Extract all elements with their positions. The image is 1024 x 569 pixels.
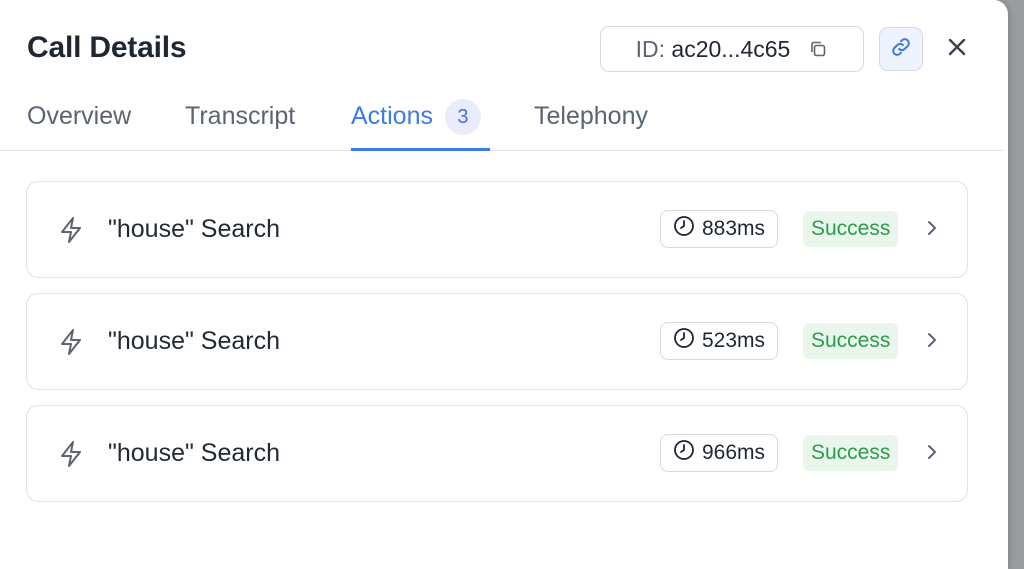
clock-icon bbox=[673, 327, 695, 355]
tab-telephony[interactable]: Telephony bbox=[534, 100, 648, 151]
call-id-chip[interactable]: ID: ac20...4c65 bbox=[600, 26, 864, 72]
chevron-right-icon[interactable] bbox=[924, 330, 940, 355]
action-label: "house" Search bbox=[108, 327, 281, 355]
actions-list: "house" Search 883ms Success "house" Sea… bbox=[26, 181, 968, 517]
page-title: Call Details bbox=[27, 31, 187, 64]
status-badge: Success bbox=[803, 211, 899, 247]
copy-icon[interactable] bbox=[808, 39, 828, 59]
tab-overview-label: Overview bbox=[27, 102, 132, 130]
tab-transcript-label: Transcript bbox=[185, 102, 296, 130]
chevron-right-icon[interactable] bbox=[924, 442, 940, 467]
clock-icon bbox=[673, 215, 695, 243]
duration-value: 523ms bbox=[702, 329, 766, 352]
id-text: ID: ac20...4c65 bbox=[636, 36, 791, 63]
action-label: "house" Search bbox=[108, 439, 281, 467]
tab-telephony-label: Telephony bbox=[534, 102, 648, 130]
id-value: ac20...4c65 bbox=[671, 35, 791, 62]
call-details-panel: Call Details ID: ac20...4c65 Overview Tr… bbox=[0, 0, 1008, 569]
action-label: "house" Search bbox=[108, 215, 281, 243]
duration-chip: 966ms bbox=[660, 434, 779, 472]
tab-transcript[interactable]: Transcript bbox=[185, 100, 295, 151]
duration-value: 966ms bbox=[702, 441, 766, 464]
tab-bar: Overview Transcript Actions 3 Telephony bbox=[0, 99, 1004, 151]
tab-actions[interactable]: Actions 3 bbox=[351, 99, 490, 151]
duration-chip: 523ms bbox=[660, 322, 779, 360]
action-row[interactable]: "house" Search 883ms Success bbox=[26, 181, 968, 278]
close-icon bbox=[945, 35, 969, 64]
clock-icon bbox=[673, 439, 695, 467]
duration-chip: 883ms bbox=[660, 210, 779, 248]
chevron-right-icon[interactable] bbox=[924, 218, 940, 243]
status-badge: Success bbox=[803, 323, 899, 359]
status-badge: Success bbox=[803, 435, 899, 471]
actions-count-badge: 3 bbox=[444, 99, 481, 135]
lightning-bolt-icon bbox=[57, 327, 85, 362]
duration-value: 883ms bbox=[702, 217, 766, 240]
action-row[interactable]: "house" Search 523ms Success bbox=[26, 293, 968, 390]
tab-actions-label: Actions bbox=[351, 102, 433, 130]
action-row[interactable]: "house" Search 966ms Success bbox=[26, 405, 968, 502]
link-icon bbox=[889, 35, 913, 64]
copy-link-button[interactable] bbox=[879, 27, 923, 71]
close-button[interactable] bbox=[941, 33, 973, 65]
id-label: ID: bbox=[635, 35, 666, 62]
lightning-bolt-icon bbox=[57, 439, 85, 474]
lightning-bolt-icon bbox=[57, 215, 85, 250]
tab-overview[interactable]: Overview bbox=[27, 100, 131, 151]
